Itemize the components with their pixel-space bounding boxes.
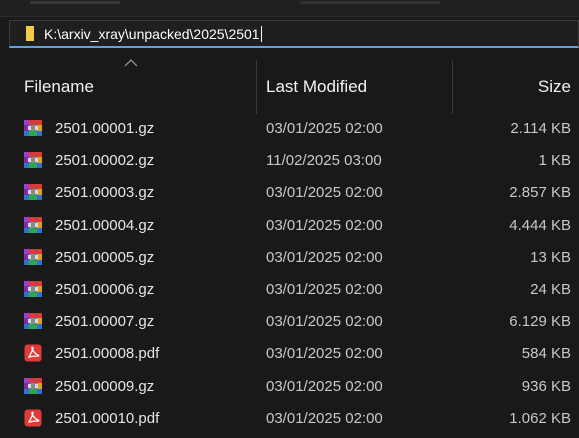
file-name: 2501.00002.gz bbox=[55, 152, 155, 170]
file-name: 2501.00001.gz bbox=[55, 120, 155, 137]
file-size: 584 KB bbox=[521, 345, 571, 363]
file-size: 4.444 KB bbox=[509, 216, 571, 234]
file-row[interactable]: 2501.00007.gz 03/01/2025 02:00 6.129 KB bbox=[0, 307, 579, 339]
archive-icon bbox=[24, 377, 42, 395]
archive-icon bbox=[24, 280, 42, 298]
archive-icon bbox=[24, 119, 42, 137]
window-top-strip bbox=[0, 0, 579, 17]
file-modified: 03/01/2025 02:00 bbox=[266, 184, 383, 202]
menu-text-fragment bbox=[300, 1, 440, 4]
archive-icon bbox=[24, 183, 42, 201]
file-modified: 03/01/2025 02:00 bbox=[266, 377, 383, 395]
file-modified: 03/01/2025 02:00 bbox=[266, 345, 383, 363]
file-modified: 03/01/2025 02:00 bbox=[266, 248, 383, 266]
file-row[interactable]: 2501.00002.gz 11/02/2025 03:00 1 KB bbox=[0, 146, 579, 178]
file-size: 1.062 KB bbox=[509, 409, 571, 427]
file-name: 2501.00006.gz bbox=[55, 280, 155, 298]
archive-icon bbox=[24, 216, 42, 234]
column-divider[interactable] bbox=[452, 60, 453, 114]
file-name: 2501.00007.gz bbox=[55, 313, 155, 331]
address-path-input[interactable]: K:\arxiv_xray\unpacked\2025\2501 bbox=[44, 26, 262, 42]
folder-icon bbox=[26, 26, 34, 41]
file-modified: 11/02/2025 03:00 bbox=[266, 152, 382, 170]
text-cursor bbox=[260, 26, 262, 42]
column-header-filename[interactable]: Filename bbox=[24, 77, 94, 97]
file-name: 2501.00008.pdf bbox=[55, 345, 160, 363]
file-modified: 03/01/2025 02:00 bbox=[266, 313, 383, 331]
file-modified: 03/01/2025 02:00 bbox=[266, 280, 383, 298]
column-header-size[interactable]: Size bbox=[538, 77, 571, 97]
file-name: 2501.00003.gz bbox=[55, 184, 155, 202]
pdf-icon bbox=[24, 409, 42, 427]
file-row[interactable]: 2501.00006.gz 03/01/2025 02:00 24 KB bbox=[0, 275, 579, 307]
file-modified: 03/01/2025 02:00 bbox=[266, 409, 383, 427]
sort-ascending-icon bbox=[124, 59, 138, 67]
file-row[interactable]: 2501.00001.gz 03/01/2025 02:00 2.114 KB bbox=[0, 114, 579, 146]
file-row[interactable]: 2501.00004.gz 03/01/2025 02:00 4.444 KB bbox=[0, 211, 579, 243]
pdf-icon bbox=[24, 344, 42, 362]
archive-icon bbox=[24, 312, 42, 330]
file-row[interactable]: 2501.00010.pdf 03/01/2025 02:00 1.062 KB bbox=[0, 404, 579, 436]
file-row[interactable]: 2501.00009.gz 03/01/2025 02:00 936 KB bbox=[0, 372, 579, 404]
file-size: 2.114 KB bbox=[510, 120, 571, 137]
file-row[interactable]: 2501.00003.gz 03/01/2025 02:00 2.857 KB bbox=[0, 178, 579, 210]
file-modified: 03/01/2025 02:00 bbox=[266, 216, 383, 234]
file-modified: 03/01/2025 02:00 bbox=[266, 120, 383, 137]
file-size: 2.857 KB bbox=[509, 184, 571, 202]
file-row[interactable]: 2501.00005.gz 03/01/2025 02:00 13 KB bbox=[0, 243, 579, 275]
file-size: 24 KB bbox=[530, 280, 571, 298]
menu-text-fragment bbox=[30, 1, 120, 4]
file-name: 2501.00004.gz bbox=[55, 216, 155, 234]
archive-icon bbox=[24, 151, 42, 169]
file-name: 2501.00005.gz bbox=[55, 248, 155, 266]
column-header-last-modified[interactable]: Last Modified bbox=[266, 77, 367, 97]
file-list: 2501.00001.gz 03/01/2025 02:00 2.114 KB … bbox=[0, 114, 579, 436]
file-size: 6.129 KB bbox=[509, 313, 571, 331]
file-size: 1 KB bbox=[538, 152, 571, 170]
file-row[interactable]: 2501.00008.pdf 03/01/2025 02:00 584 KB bbox=[0, 339, 579, 371]
file-size: 13 KB bbox=[530, 248, 571, 266]
address-bar[interactable]: K:\arxiv_xray\unpacked\2025\2501 bbox=[9, 20, 579, 48]
file-size: 936 KB bbox=[521, 377, 571, 395]
column-header-row: Filename Last Modified Size bbox=[0, 58, 579, 116]
file-name: 2501.00010.pdf bbox=[55, 409, 160, 427]
file-name: 2501.00009.gz bbox=[55, 377, 155, 395]
column-divider[interactable] bbox=[256, 60, 257, 114]
archive-icon bbox=[24, 248, 42, 266]
